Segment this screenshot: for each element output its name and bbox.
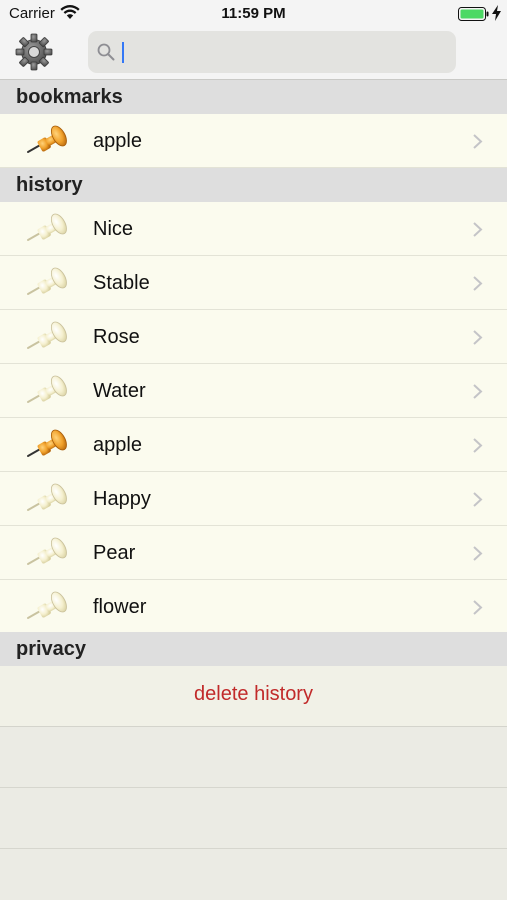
gear-icon[interactable] — [14, 32, 54, 72]
charging-bolt-icon — [492, 5, 501, 21]
chevron-right-icon — [473, 546, 483, 561]
orange-pushpin-icon — [27, 125, 67, 153]
table-separator — [0, 848, 507, 849]
text-cursor — [122, 42, 124, 63]
bookmark-row-apple[interactable]: apple — [0, 114, 507, 168]
history-row[interactable]: Water — [0, 364, 507, 418]
chevron-right-icon — [473, 384, 483, 399]
top-bar — [0, 28, 507, 80]
chevron-right-icon — [473, 222, 483, 237]
cream-pushpin-icon — [27, 483, 67, 511]
row-label: Pear — [93, 542, 136, 564]
cream-pushpin-icon — [27, 321, 67, 349]
delete-history-button[interactable]: delete history — [0, 666, 507, 727]
chevron-right-icon — [473, 600, 483, 615]
search-input[interactable] — [120, 37, 444, 69]
row-label: apple — [93, 130, 142, 152]
cream-pushpin-icon — [27, 267, 67, 295]
chevron-right-icon — [473, 438, 483, 453]
history-row[interactable]: flower — [0, 580, 507, 634]
row-label: Rose — [93, 326, 140, 348]
orange-pushpin-icon — [27, 429, 67, 457]
chevron-right-icon — [473, 492, 483, 507]
section-header-history: history — [0, 168, 507, 202]
history-row[interactable]: Pear — [0, 526, 507, 580]
row-label: Stable — [93, 272, 150, 294]
row-label: Happy — [93, 488, 151, 510]
table-separator — [0, 787, 507, 788]
cream-pushpin-icon — [27, 213, 67, 241]
search-icon — [97, 43, 115, 61]
status-bar: Carrier 11:59 PM — [0, 0, 507, 28]
chevron-right-icon — [473, 330, 483, 345]
history-row[interactable]: Stable — [0, 256, 507, 310]
row-label: Water — [93, 380, 146, 402]
clock: 11:59 PM — [221, 5, 286, 22]
row-label: apple — [93, 434, 142, 456]
history-row[interactable]: Nice — [0, 202, 507, 256]
cream-pushpin-icon — [27, 591, 67, 619]
history-row[interactable]: Happy — [0, 472, 507, 526]
cream-pushpin-icon — [27, 375, 67, 403]
row-label: flower — [93, 596, 147, 618]
chevron-right-icon — [473, 134, 483, 149]
search-field[interactable] — [88, 31, 456, 73]
history-row[interactable]: Rose — [0, 310, 507, 364]
chevron-right-icon — [473, 276, 483, 291]
cream-pushpin-icon — [27, 537, 67, 565]
history-row[interactable]: apple — [0, 418, 507, 472]
battery-icon — [458, 7, 489, 21]
section-header-bookmarks: bookmarks — [0, 80, 507, 114]
section-header-privacy: privacy — [0, 632, 507, 666]
row-label: Nice — [93, 218, 134, 240]
